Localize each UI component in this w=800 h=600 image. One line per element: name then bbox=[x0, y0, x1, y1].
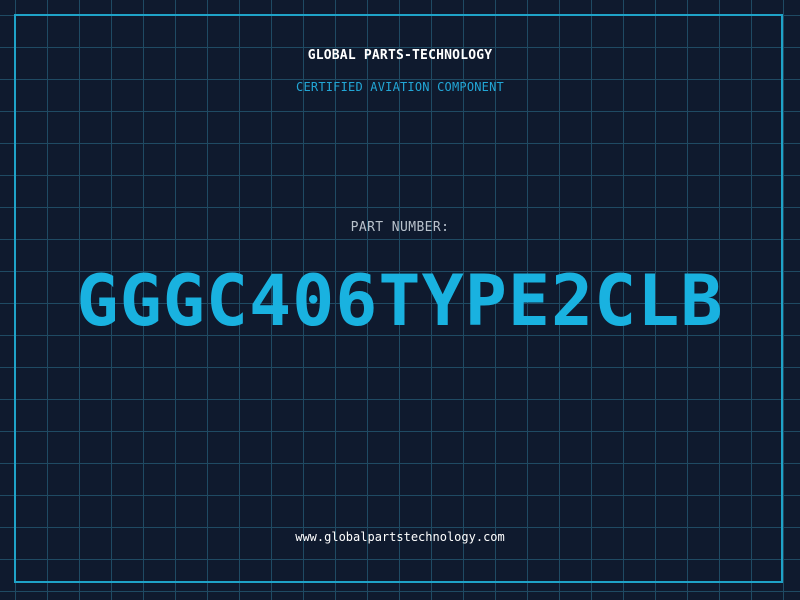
part-number-value: GGGC406TYPE2CLB bbox=[76, 260, 724, 342]
company-name: GLOBAL PARTS-TECHNOLOGY bbox=[307, 48, 493, 63]
website-url: www.globalpartstechnology.com bbox=[295, 530, 505, 544]
label-card: GLOBAL PARTS-TECHNOLOGY CERTIFIED AVIATI… bbox=[0, 0, 800, 600]
part-number-label: PART NUMBER: bbox=[350, 220, 450, 235]
certification-tagline: CERTIFIED AVIATION COMPONENT bbox=[296, 80, 504, 94]
